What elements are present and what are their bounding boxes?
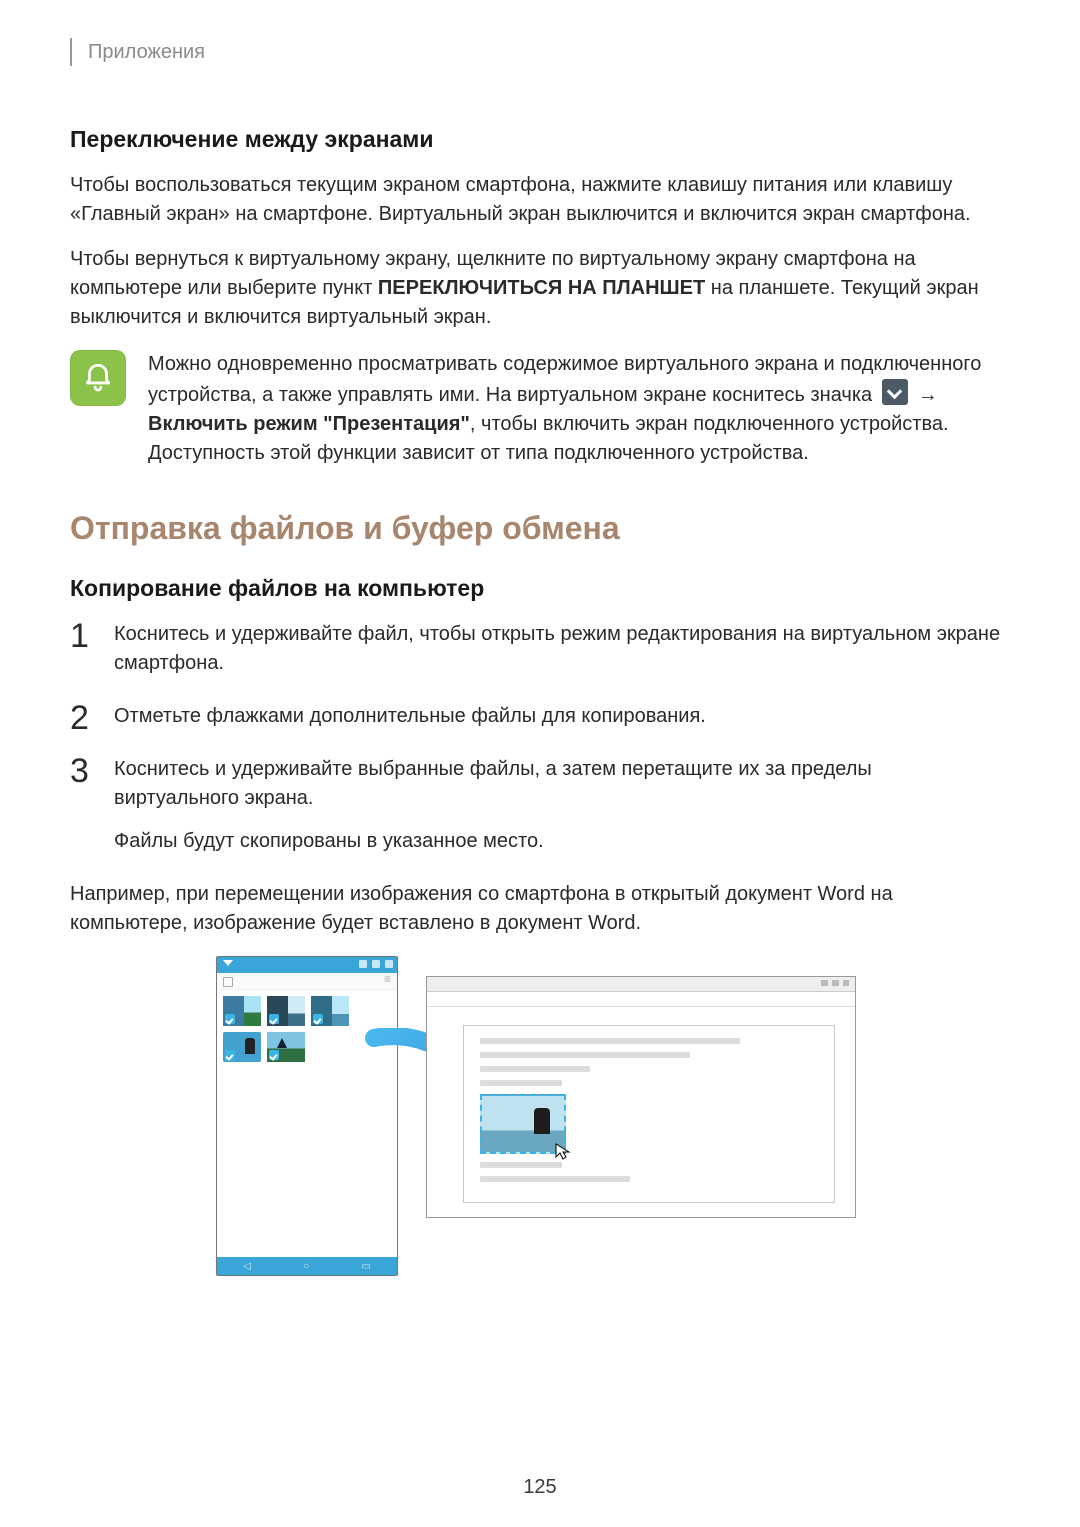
step-2-text: Отметьте флажками дополнительные файлы д… xyxy=(114,705,706,727)
note-block: Можно одновременно просматривать содержи… xyxy=(70,350,1002,468)
step-1: Коснитесь и удерживайте файл, чтобы откр… xyxy=(70,620,1002,678)
illustration-document xyxy=(463,1025,835,1203)
topic-title: Отправка файлов и буфер обмена xyxy=(70,510,1002,547)
section-switch-p2: Чтобы вернуться к виртуальному экрану, щ… xyxy=(70,245,1002,332)
illustration-thumbnails xyxy=(217,990,397,1068)
section-switch-p1: Чтобы воспользоваться текущим экраном см… xyxy=(70,171,1002,229)
illustration-window-titlebar xyxy=(427,977,855,992)
step-3-text: Коснитесь и удерживайте выбранные файлы,… xyxy=(114,758,872,809)
step-2: Отметьте флажками дополнительные файлы д… xyxy=(70,702,1002,731)
note-bold: Включить режим "Презентация" xyxy=(148,413,470,435)
illustration-dropzone xyxy=(480,1094,566,1154)
section-switch-title: Переключение между экранами xyxy=(70,126,1002,153)
arrow-right-icon: → xyxy=(918,384,938,406)
chevron-down-icon xyxy=(882,379,908,405)
topic-example: Например, при перемещении изображения со… xyxy=(70,880,1002,938)
illustration-window xyxy=(426,976,856,1218)
note-text: Можно одновременно просматривать содержи… xyxy=(148,350,1002,468)
topic-subtitle: Копирование файлов на компьютер xyxy=(70,575,1002,602)
illustration-phone: ◁○▭ xyxy=(216,956,398,1276)
bell-icon xyxy=(70,350,126,406)
page-number: 125 xyxy=(0,1476,1080,1499)
step-1-text: Коснитесь и удерживайте файл, чтобы откр… xyxy=(114,623,1000,674)
cursor-icon xyxy=(554,1142,572,1160)
note-line1a: Можно одновременно просматривать содержи… xyxy=(148,353,981,406)
illustration-window-toolbar xyxy=(427,992,855,1007)
steps-list: Коснитесь и удерживайте файл, чтобы откр… xyxy=(70,620,1002,856)
illustration-phone-titlebar xyxy=(217,957,397,973)
header-accent xyxy=(70,38,72,66)
header-category: Приложения xyxy=(88,41,205,64)
step-3: Коснитесь и удерживайте выбранные файлы,… xyxy=(70,755,1002,856)
page-header: Приложения xyxy=(70,38,1002,66)
illustration-drag-to-word: ◁○▭ xyxy=(216,956,856,1276)
illustration-phone-nav: ◁○▭ xyxy=(217,1257,397,1275)
step-3-extra: Файлы будут скопированы в указанное мест… xyxy=(114,827,1002,856)
illustration-phone-status xyxy=(217,973,397,990)
section-switch-p2-bold: ПЕРЕКЛЮЧИТЬСЯ НА ПЛАНШЕТ xyxy=(378,277,705,299)
